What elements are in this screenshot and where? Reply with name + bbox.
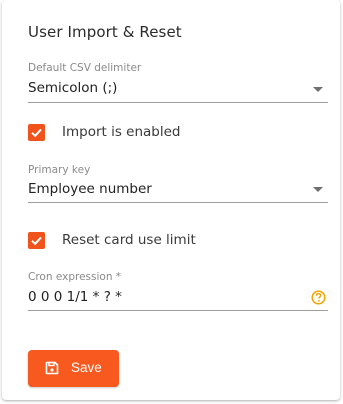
settings-card: User Import & Reset Default CSV delimite… [2, 0, 340, 400]
primary-key-select[interactable]: Primary key Employee number [28, 164, 328, 206]
reset-card-limit-label: Reset card use limit [62, 232, 196, 248]
cron-expression-field[interactable]: Cron expression * 0 0 0 1/1 * ? * [28, 271, 328, 313]
cron-expression-underline [28, 310, 328, 311]
reset-card-limit-checkbox[interactable]: Reset card use limit [28, 232, 228, 252]
import-enabled-label: Import is enabled [62, 124, 181, 140]
checkmark-icon[interactable] [28, 124, 45, 141]
chevron-down-icon [313, 187, 323, 192]
csv-delimiter-label: Default CSV delimiter [28, 62, 142, 74]
card-title: User Import & Reset [28, 23, 182, 41]
csv-delimiter-underline [28, 102, 328, 103]
csv-delimiter-select[interactable]: Default CSV delimiter Semicolon (;) [28, 62, 328, 104]
save-button[interactable]: Save [28, 350, 119, 387]
chevron-down-icon [313, 87, 323, 92]
cron-expression-input[interactable]: 0 0 0 1/1 * ? * [28, 289, 122, 305]
checkmark-icon[interactable] [28, 232, 45, 249]
primary-key-value: Employee number [28, 181, 152, 197]
csv-delimiter-value: Semicolon (;) [28, 80, 118, 96]
cron-expression-label: Cron expression * [28, 271, 122, 283]
primary-key-label: Primary key [28, 164, 91, 176]
help-circle-icon[interactable] [311, 290, 326, 305]
save-button-label: Save [71, 360, 102, 375]
import-enabled-checkbox[interactable]: Import is enabled [28, 124, 228, 144]
floppy-disk-icon [45, 361, 59, 378]
primary-key-underline [28, 202, 328, 203]
